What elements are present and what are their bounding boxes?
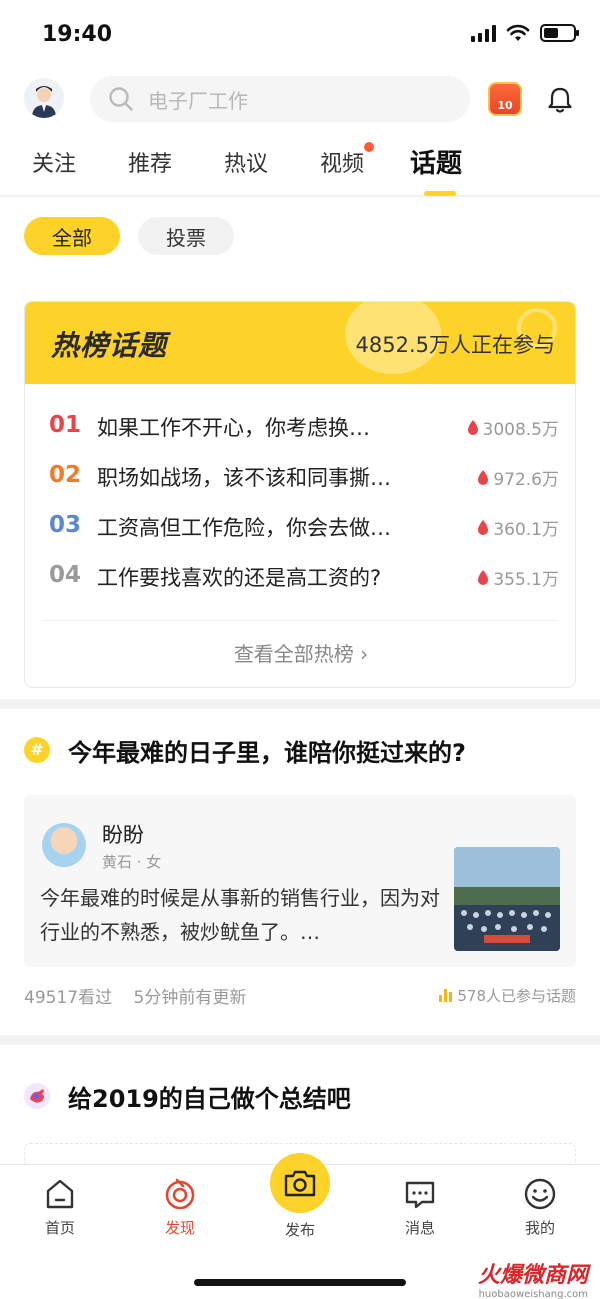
hot-topic-text: 职场如战场，该不该和同事撕…: [97, 466, 391, 490]
post-thumbnail-image[interactable]: [454, 847, 560, 951]
hot-topic-heat: 355.1万: [477, 565, 559, 590]
tab-recommend[interactable]: 推荐: [128, 146, 172, 178]
tab-video-notification-dot: [364, 142, 375, 152]
nav-profile[interactable]: 我的: [500, 1177, 580, 1238]
tab-hot-discussion[interactable]: 热议: [224, 146, 268, 178]
status-time: 19:40: [42, 22, 113, 47]
filter-all[interactable]: 全部: [24, 217, 120, 255]
search-icon: [109, 87, 133, 111]
post-text: 今年最难的时候是从事新的销售行业，因为对行业的不熟悉，被炒鱿鱼了。…: [40, 886, 440, 944]
hot-topic-rank: 01: [49, 412, 82, 438]
view-all-hot-link[interactable]: 查看全部热榜 ›: [25, 638, 575, 667]
flame-icon: [467, 419, 478, 435]
topic-title[interactable]: 今年最难的日子里，谁陪你挺过来的?: [68, 733, 466, 768]
camera-icon: [284, 1170, 316, 1197]
hot-topic-text: 工资高但工作危险，你会去做…: [97, 516, 391, 540]
hot-topic-heat: 972.6万: [477, 465, 559, 490]
divider: [43, 620, 557, 621]
post-author-name[interactable]: 盼盼: [102, 819, 144, 849]
hot-topic-heat-value: 972.6万: [493, 470, 559, 490]
tab-follow[interactable]: 关注: [32, 146, 76, 178]
tab-video-label: 视频: [320, 152, 365, 177]
discover-icon: [165, 1178, 195, 1210]
hot-topic-item[interactable]: 01 如果工作不开心，你考虑换… 3008.5万: [25, 402, 575, 450]
publish-label: 发布: [284, 1221, 315, 1239]
user-avatar[interactable]: [24, 78, 64, 118]
watermark-main: 火爆微商网: [477, 1263, 588, 1288]
hot-topic-heat: 3008.5万: [467, 415, 559, 440]
publish-button[interactable]: [270, 1153, 330, 1213]
flame-icon: [478, 569, 489, 585]
profile-icon: [524, 1178, 556, 1210]
header: 电子厂工作 10 关注 推荐 热议 视频 话题: [0, 70, 600, 196]
topic-views: 49517看过: [24, 988, 113, 1008]
message-icon: [405, 1181, 435, 1209]
hot-topics-title: 热榜话题: [51, 329, 168, 362]
search-placeholder: 电子厂工作: [148, 88, 248, 113]
watermark-logo: 火爆微商网 huobaoweishang.com: [478, 1257, 588, 1299]
nav-home-label: 首页: [44, 1219, 75, 1237]
topic-updated: 5分钟前有更新: [133, 988, 247, 1008]
tab-topics[interactable]: 话题: [410, 143, 462, 180]
group-photo-image: [454, 847, 560, 951]
hot-topic-rank: 04: [49, 562, 82, 588]
battery-icon: [540, 24, 579, 42]
post-author-meta: 黄石 · 女: [102, 853, 162, 871]
post-author-avatar[interactable]: [42, 823, 86, 867]
status-icons: [471, 24, 579, 42]
hot-section: 热榜话题 4852.5万人正在参与 01 如果工作不开心，你考虑换… 3008.…: [0, 279, 600, 699]
filter-vote[interactable]: 投票: [138, 217, 234, 255]
flame-icon: [478, 469, 489, 485]
topic-participants: 578人已参与话题: [439, 985, 576, 1006]
hot-topic-item[interactable]: 04 工作要找喜欢的还是高工资的? 355.1万: [25, 552, 575, 600]
topic-section: # 今年最难的日子里，谁陪你挺过来的? 盼盼 黄石 · 女 今年最难的时候是从事…: [0, 709, 600, 1035]
nav-messages[interactable]: 消息: [380, 1177, 460, 1238]
home-icon: [46, 1179, 74, 1209]
coin-reward-icon[interactable]: 10: [488, 82, 522, 116]
hashtag-icon: #: [24, 737, 50, 763]
tab-video[interactable]: 视频: [320, 142, 375, 178]
hot-topic-rank: 03: [49, 512, 82, 538]
hand-icon: [24, 1083, 50, 1109]
nav-home[interactable]: 首页: [20, 1177, 100, 1238]
hot-topic-item[interactable]: 02 职场如战场，该不该和同事撕… 972.6万: [25, 452, 575, 500]
hot-topic-heat-value: 360.1万: [493, 520, 559, 540]
nav-discover-label: 发现: [164, 1219, 195, 1237]
hot-topic-heat-value: 355.1万: [493, 570, 559, 590]
nav-profile-label: 我的: [524, 1219, 555, 1237]
bottom-nav: 首页 发现 发布 消息 我的 火爆微商网 huobaoweishang.com: [0, 1153, 600, 1299]
hot-topic-heat: 360.1万: [477, 515, 559, 540]
topic-emoji-icon: [24, 1083, 50, 1109]
hot-topics-participants: 4852.5万人正在参与: [355, 333, 555, 357]
hot-topic-text: 工作要找喜欢的还是高工资的?: [97, 566, 382, 590]
search-bar[interactable]: 电子厂工作: [90, 76, 470, 122]
topic2-section: 给2019的自己做个总结吧: [0, 1045, 600, 1183]
status-bar: 19:40: [0, 0, 600, 70]
hot-topic-item[interactable]: 03 工资高但工作危险，你会去做… 360.1万: [25, 502, 575, 550]
filter-row: 全部 投票: [0, 197, 600, 279]
avatar-person-icon: [24, 78, 64, 118]
active-tab-underline: [424, 191, 456, 196]
topic-post-card[interactable]: 盼盼 黄石 · 女 今年最难的时候是从事新的销售行业，因为对行业的不熟悉，被炒鱿…: [24, 795, 576, 967]
hot-topic-text: 如果工作不开心，你考虑换…: [97, 416, 370, 440]
nav-messages-label: 消息: [404, 1219, 435, 1237]
bell-icon[interactable]: [546, 86, 574, 114]
tab-bar: 关注 推荐 热议 视频 话题: [0, 142, 600, 196]
hot-topic-heat-value: 3008.5万: [482, 420, 559, 440]
topic2-title[interactable]: 给2019的自己做个总结吧: [68, 1079, 351, 1114]
hot-topics-card: 热榜话题 4852.5万人正在参与 01 如果工作不开心，你考虑换… 3008.…: [24, 301, 576, 688]
topic-stats: 49517看过 5分钟前有更新: [24, 983, 262, 1008]
hot-topics-header: 热榜话题 4852.5万人正在参与: [25, 302, 575, 384]
home-indicator: [194, 1279, 406, 1286]
coin-value: 10: [497, 99, 513, 112]
bar-chart-icon: [439, 989, 453, 1002]
nav-discover[interactable]: 发现: [140, 1177, 220, 1238]
signal-icon: [471, 24, 496, 42]
flame-icon: [478, 519, 489, 535]
wifi-icon: [506, 24, 530, 41]
topic-participants-count: 578人已参与话题: [457, 987, 576, 1005]
hot-topic-rank: 02: [49, 462, 82, 488]
watermark-sub: huobaoweishang.com: [478, 1289, 588, 1299]
